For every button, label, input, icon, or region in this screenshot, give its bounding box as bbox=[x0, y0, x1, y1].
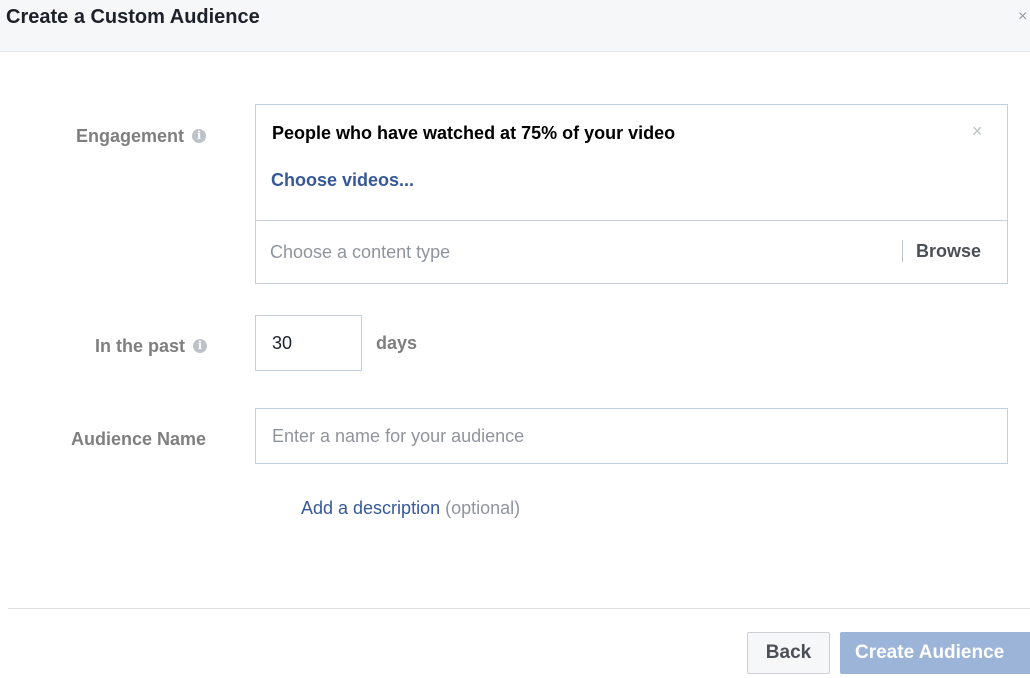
selected-engagement-title: People who have watched at 75% of your v… bbox=[272, 123, 676, 143]
dialog-title: Create a Custom Audience bbox=[6, 6, 260, 28]
info-icon[interactable]: i bbox=[193, 339, 208, 353]
info-icon[interactable]: i bbox=[192, 129, 207, 143]
content-type-input[interactable] bbox=[256, 221, 896, 283]
footer-divider bbox=[8, 608, 1030, 609]
audience-name-label-text: Audience Name bbox=[71, 428, 207, 449]
back-button[interactable]: Back bbox=[747, 632, 830, 674]
audience-name-input[interactable] bbox=[255, 408, 1008, 464]
create-audience-button[interactable]: Create Audience bbox=[840, 632, 1030, 674]
add-description-link[interactable]: Add a description bbox=[301, 498, 440, 518]
engagement-label-text: Engagement bbox=[76, 125, 185, 146]
choose-videos-link[interactable]: Choose videos... bbox=[271, 170, 414, 191]
remove-engagement-icon[interactable]: × bbox=[972, 121, 983, 142]
days-unit-label: days bbox=[376, 333, 418, 353]
selected-engagement: People who have watched at 75% of your v… bbox=[256, 105, 1007, 221]
browse-divider bbox=[902, 240, 903, 262]
optional-hint: (optional) bbox=[445, 498, 521, 518]
engagement-selector: People who have watched at 75% of your v… bbox=[255, 104, 1008, 284]
retention-days-input[interactable] bbox=[255, 315, 362, 371]
engagement-label: Engagement i bbox=[76, 124, 207, 148]
description-row: Add a description (optional) bbox=[301, 498, 520, 519]
close-icon[interactable]: × bbox=[1018, 8, 1030, 26]
dialog-header: Create a Custom Audience × bbox=[0, 0, 1030, 52]
retention-label-text: In the past bbox=[95, 335, 186, 356]
audience-name-label: Audience Name bbox=[71, 427, 206, 451]
browse-button[interactable]: Browse bbox=[916, 241, 981, 262]
retention-label: In the past i bbox=[95, 334, 208, 358]
